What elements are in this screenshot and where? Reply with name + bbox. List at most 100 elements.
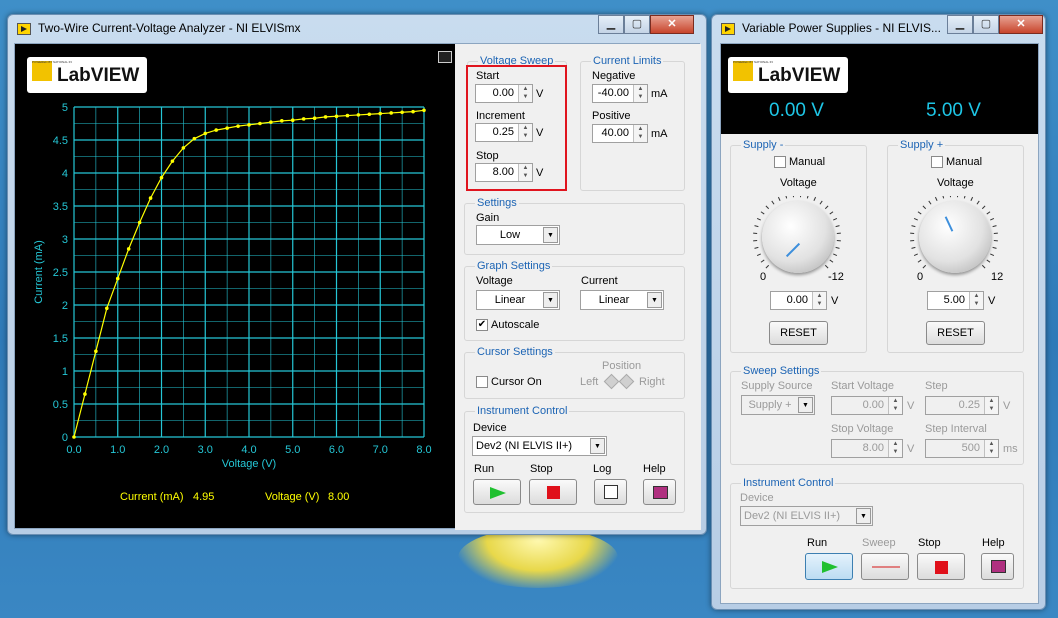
data-point	[83, 392, 87, 396]
chevron-down-icon[interactable]: ▼	[543, 227, 558, 243]
gain-dropdown[interactable]: Low ▼	[476, 225, 560, 245]
spin-arrows-icon[interactable]: ▲ ▼	[888, 397, 902, 414]
group-title: Current Limits	[591, 55, 664, 67]
data-point	[72, 435, 76, 439]
supply-pos-manual-checkbox[interactable]	[931, 156, 943, 168]
help-book-icon	[991, 560, 1006, 573]
supplies-run-button[interactable]	[805, 553, 853, 580]
supply-neg-reset-button[interactable]: RESET	[769, 321, 828, 345]
device-value: Dev2 (NI ELVIS II+)	[476, 440, 573, 452]
analyzer-titlebar[interactable]: Two-Wire Current-Voltage Analyzer - NI E…	[8, 15, 706, 43]
sweep-step-input[interactable]: 0.25 ▲ ▼	[925, 396, 999, 415]
desktop-wallpaper-flower	[458, 528, 618, 588]
chevron-down-icon[interactable]: ▼	[590, 438, 605, 454]
stop-voltage-label: Stop Voltage	[831, 423, 894, 435]
maximize-icon[interactable]: ▢	[973, 15, 999, 34]
data-point	[236, 124, 240, 128]
help-button[interactable]	[643, 479, 676, 505]
chevron-down-icon[interactable]: ▼	[543, 292, 558, 308]
supply-neg-knob[interactable]	[762, 201, 834, 273]
sweep-stop-input[interactable]: 8.00 ▲ ▼	[831, 439, 903, 458]
right-label: Right	[639, 376, 665, 388]
y-tick-label: 2.5	[53, 267, 68, 279]
maximize-icon[interactable]: ▢	[624, 15, 650, 34]
chevron-down-icon[interactable]: ▼	[798, 397, 813, 413]
reset-label: RESET	[937, 327, 974, 339]
supplies-help-button[interactable]	[981, 553, 1014, 580]
start-voltage-label: Start Voltage	[831, 380, 894, 392]
x-tick-label: 7.0	[373, 444, 388, 456]
current-scale-dropdown[interactable]: Linear ▼	[580, 290, 664, 310]
step-interval-label: Step Interval	[925, 423, 987, 435]
cursor-on-checkbox[interactable]	[476, 376, 488, 388]
minimize-icon[interactable]: ▁	[598, 15, 624, 34]
supply-source-value: Supply +	[748, 399, 792, 411]
supplies-titlebar[interactable]: Variable Power Supplies - NI ELVIS... ▁ …	[712, 15, 1045, 43]
sweep-interval-input[interactable]: 500 ▲ ▼	[925, 439, 999, 458]
data-point	[290, 118, 295, 122]
knob-tick	[911, 246, 916, 249]
knob-tick	[913, 217, 918, 221]
logo-small-text: POWERED BY NATIONAL INSTRUMENTS	[733, 60, 773, 64]
data-point	[214, 128, 218, 132]
knob-tick	[917, 211, 922, 215]
group-title: Sweep Settings	[741, 365, 822, 377]
knob-min-label: 0	[760, 271, 767, 283]
group-title: Supply +	[898, 139, 946, 151]
supply-source-dropdown[interactable]: Supply + ▼	[741, 395, 815, 415]
manual-label: Manual	[946, 156, 983, 168]
spin-arrows-icon[interactable]: ▲ ▼	[633, 125, 647, 142]
y-axis-label: Current (mA)	[33, 240, 45, 304]
knob-tick	[756, 253, 761, 257]
supply-pos-voltage-input[interactable]: 5.00 ▲ ▼	[927, 291, 984, 310]
spin-arrows-icon[interactable]: ▲ ▼	[812, 292, 826, 309]
supply-neg-voltage-input[interactable]: 0.00 ▲ ▼	[770, 291, 827, 310]
run-label: Run	[807, 537, 828, 549]
knob-indicator	[944, 216, 954, 232]
knob-tick	[981, 205, 986, 210]
supplies-sweep-button[interactable]	[861, 553, 909, 580]
negative-limit-input[interactable]: -40.00 ▲ ▼	[592, 84, 648, 103]
knob-tick	[754, 246, 759, 249]
graph-palette-icon[interactable]	[438, 51, 452, 63]
spin-arrows-icon[interactable]: ▲ ▼	[969, 292, 983, 309]
device-dropdown[interactable]: Dev2 (NI ELVIS II+) ▼	[472, 436, 607, 456]
spin-arrows-icon[interactable]: ▲ ▼	[633, 85, 647, 102]
supply-neg-manual-checkbox[interactable]	[774, 156, 786, 168]
run-button[interactable]	[473, 479, 521, 505]
positive-limit-input[interactable]: 40.00 ▲ ▼	[592, 124, 648, 143]
close-icon[interactable]: ✕	[999, 15, 1043, 34]
sweep-label: Sweep	[862, 537, 896, 549]
help-book-icon	[653, 486, 668, 499]
group-title: Instrument Control	[741, 477, 836, 489]
supplies-stop-button[interactable]	[917, 553, 965, 580]
data-point	[148, 196, 153, 200]
x-tick-label: 3.0	[198, 444, 213, 456]
minimize-icon[interactable]: ▁	[947, 15, 973, 34]
stop-button[interactable]	[529, 479, 577, 505]
knob-tick	[913, 253, 918, 257]
chevron-down-icon[interactable]: ▼	[647, 292, 662, 308]
knob-tick	[992, 225, 997, 228]
knob-tick	[835, 246, 840, 249]
supplies-device-dropdown[interactable]: Dev2 (NI ELVIS II+) ▼	[740, 506, 873, 526]
supply-pos-knob[interactable]	[919, 201, 991, 273]
autoscale-checkbox[interactable]: ✔	[476, 319, 488, 331]
knob-tick	[922, 205, 927, 210]
spin-arrows-icon[interactable]: ▲ ▼	[984, 440, 998, 457]
sweep-wave-icon	[872, 566, 900, 568]
knob-tick	[970, 196, 974, 201]
voltage-scale-dropdown[interactable]: Linear ▼	[476, 290, 560, 310]
y-tick-label: 1.5	[53, 333, 68, 345]
close-icon[interactable]: ✕	[650, 15, 694, 34]
spin-arrows-icon[interactable]: ▲ ▼	[888, 440, 902, 457]
spin-arrows-icon[interactable]: ▲ ▼	[984, 397, 998, 414]
group-title: Graph Settings	[475, 260, 553, 272]
log-button[interactable]	[594, 479, 627, 505]
supply-pos-reset-button[interactable]: RESET	[926, 321, 985, 345]
sweep-start-input[interactable]: 0.00 ▲ ▼	[831, 396, 903, 415]
data-point	[192, 136, 197, 141]
chevron-down-icon[interactable]: ▼	[856, 508, 871, 524]
knob-indicator	[785, 242, 801, 258]
data-point	[159, 175, 164, 180]
